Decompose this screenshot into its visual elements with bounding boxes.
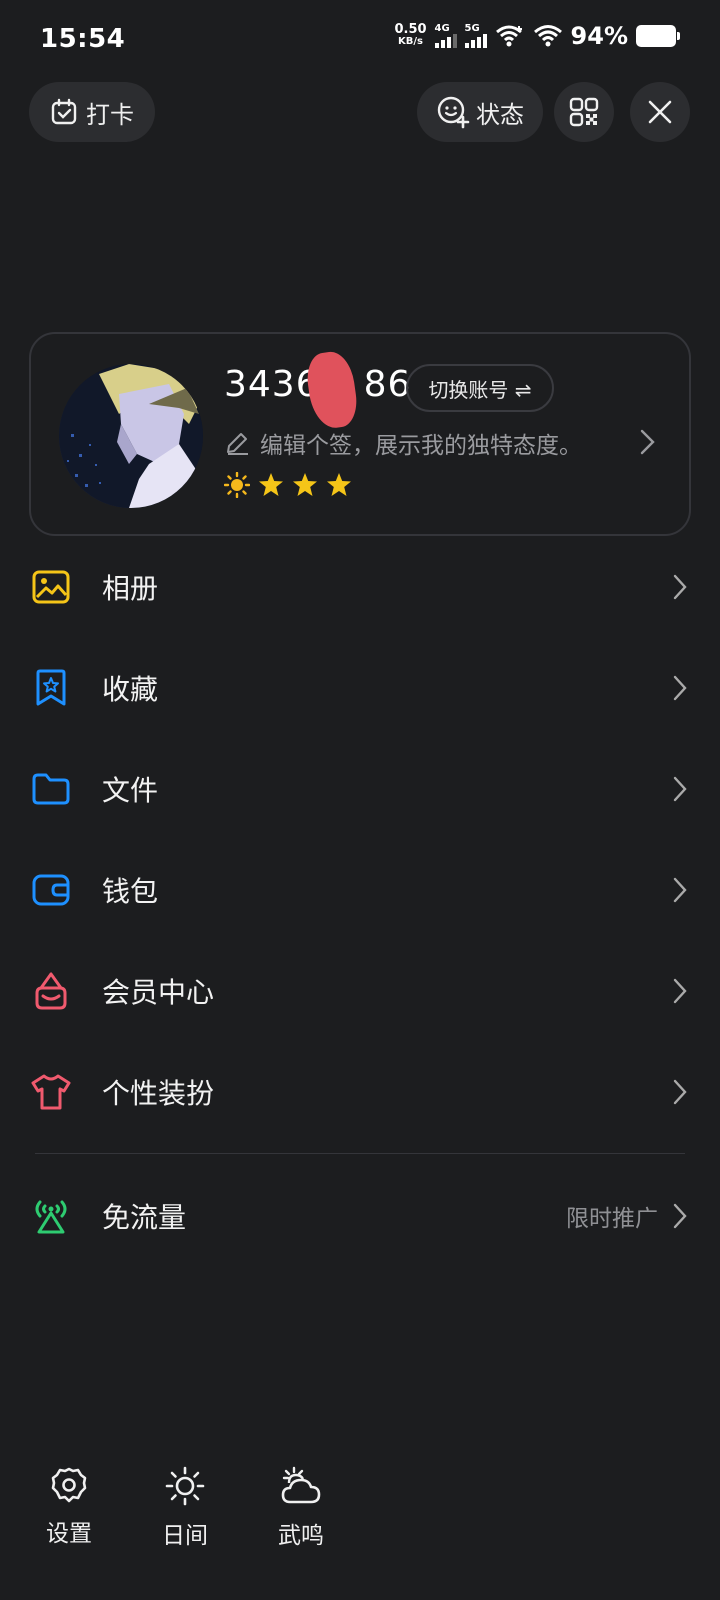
star-icon (259, 473, 283, 496)
avatar[interactable] (59, 364, 203, 508)
wallet-icon (30, 869, 72, 911)
weather-label: 武鸣 (278, 1523, 324, 1549)
qr-code-button[interactable] (554, 82, 614, 142)
menu-item-favorites[interactable]: 收藏 (0, 638, 720, 738)
menu-item-label: 会员中心 (102, 976, 215, 1009)
settings-label: 设置 (46, 1521, 92, 1547)
chevron-right-icon (673, 978, 687, 1004)
profile-card[interactable]: 3436 86 切换账号 ⇌ 编辑个签，展示我的独特态度。 (29, 332, 691, 536)
partly-cloudy-icon (281, 1466, 321, 1504)
sim2-signal: 5G (464, 23, 487, 48)
signal-bars-icon (434, 34, 457, 48)
chevron-right-icon (673, 1079, 687, 1105)
menu-divider (35, 1153, 685, 1154)
wifi-icon (533, 25, 562, 47)
chevron-right-icon (673, 574, 687, 600)
sun-icon (224, 472, 250, 498)
checkin-button[interactable]: 打卡 (29, 82, 155, 142)
signature-text: 编辑个签，展示我的独特态度。 (260, 433, 582, 459)
menu-item-wallet[interactable]: 钱包 (0, 840, 720, 940)
sim2-label: 5G (464, 23, 480, 34)
screen: 15:54 0.50 KB/s 4G 5G 94% 打卡 状态 3436 86 … (0, 0, 720, 1600)
weather-button[interactable]: 武鸣 (261, 1466, 341, 1550)
daytime-mode-button[interactable]: 日间 (145, 1466, 225, 1550)
sun-icon (165, 1466, 205, 1506)
settings-button[interactable]: 设置 (29, 1466, 109, 1548)
username-prefix: 3436 (224, 364, 320, 405)
calendar-check-icon (51, 98, 77, 125)
status-button[interactable]: 状态 (417, 82, 543, 142)
star-icon (293, 473, 317, 496)
star-icon (327, 473, 351, 496)
gear-icon (51, 1467, 87, 1503)
vip-icon (30, 970, 72, 1012)
pencil-icon (227, 433, 248, 455)
close-button[interactable] (630, 82, 690, 142)
close-icon (648, 100, 672, 124)
chevron-right-icon (673, 776, 687, 802)
sim1-signal: 4G (434, 23, 457, 48)
wifi-plus-icon (495, 25, 522, 47)
network-speed-value: 0.50 (394, 22, 427, 37)
folder-icon (30, 768, 72, 810)
status-bar: 15:54 0.50 KB/s 4G 5G 94% (0, 0, 720, 80)
menu-item-free-traffic[interactable]: 免流量 限时推广 (0, 1166, 720, 1266)
favorites-icon (30, 667, 72, 709)
status-indicators: 0.50 KB/s 4G 5G 94% (394, 22, 680, 50)
username-suffix: 86 (363, 364, 412, 405)
menu-item-album[interactable]: 相册 (0, 537, 720, 637)
redaction-mark (303, 349, 361, 431)
photo-album-icon (30, 566, 72, 608)
signature-row[interactable]: 编辑个签，展示我的独特态度。 (224, 426, 582, 460)
qr-code-icon (569, 97, 599, 127)
chevron-right-icon (673, 877, 687, 903)
avatar-image (59, 364, 203, 508)
level-badges[interactable] (224, 472, 352, 498)
status-label: 状态 (476, 100, 524, 129)
battery-percent: 94% (570, 22, 628, 50)
menu-item-label: 收藏 (102, 673, 159, 706)
status-time: 15:54 (40, 24, 126, 54)
smiley-add-icon (437, 96, 470, 129)
menu-item-label: 免流量 (102, 1201, 187, 1234)
menu-item-label: 相册 (102, 572, 159, 605)
switch-account-label: 切换账号 ⇌ (428, 377, 532, 402)
menu-item-vip-center[interactable]: 会员中心 (0, 941, 720, 1041)
menu-item-personalize[interactable]: 个性装扮 (0, 1042, 720, 1142)
sim1-label: 4G (434, 23, 450, 34)
chevron-right-icon (640, 429, 655, 455)
tshirt-icon (30, 1071, 72, 1113)
signal-bars-icon (464, 34, 487, 48)
menu-item-label: 个性装扮 (102, 1077, 215, 1110)
network-speed-unit: KB/s (398, 36, 423, 47)
broadcast-icon (30, 1195, 72, 1237)
menu-item-label: 钱包 (102, 875, 159, 908)
chevron-right-icon (673, 1203, 687, 1229)
promo-label: 限时推广 (566, 1206, 658, 1232)
network-speed: 0.50 KB/s (394, 22, 427, 48)
menu-item-files[interactable]: 文件 (0, 739, 720, 839)
checkin-label: 打卡 (86, 100, 134, 129)
daytime-label: 日间 (162, 1523, 208, 1549)
battery-icon (636, 25, 680, 47)
chevron-right-icon (673, 675, 687, 701)
switch-account-button[interactable]: 切换账号 ⇌ (406, 364, 554, 412)
menu-item-label: 文件 (102, 774, 159, 807)
